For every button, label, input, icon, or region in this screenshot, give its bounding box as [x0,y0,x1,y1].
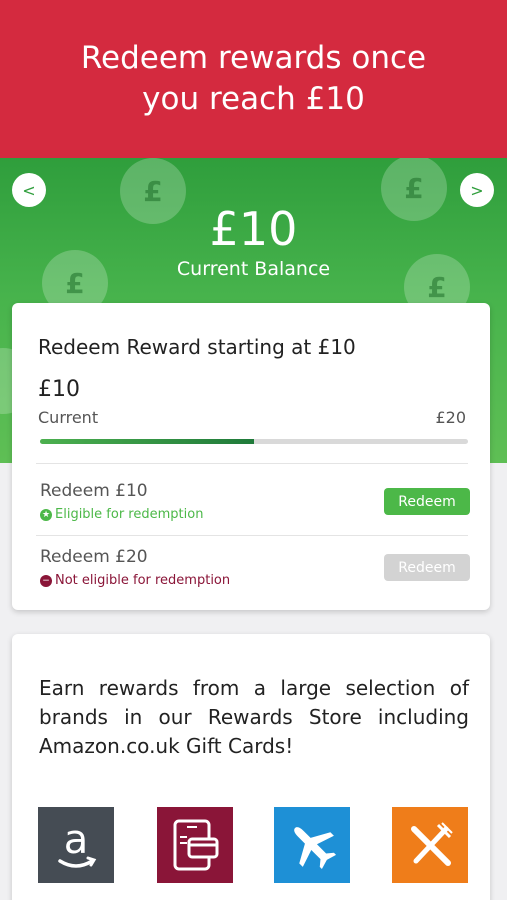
redeem-button-disabled[interactable]: Redeem [384,554,470,581]
divider [36,463,468,464]
minus-icon: − [40,574,52,587]
redeem-button[interactable]: Redeem [384,488,470,515]
progress-bar-fill [40,439,254,444]
mobile-card-icon[interactable] [157,807,233,883]
restaurant-icon[interactable] [392,807,468,883]
amazon-icon[interactable]: a [38,807,114,883]
chevron-right-icon: > [470,180,484,200]
progress-current-label: Current [38,408,99,427]
store-description: Earn rewards from a large selection of b… [39,676,469,758]
banner-title: Redeem rewards once you reach £10 [80,40,427,117]
rewards-store-card: Earn rewards from a large selection of b… [12,634,490,900]
redeem-title: Redeem £20 [40,547,148,567]
progress-bar [40,439,468,444]
redeem-status: ★ Eligible for redemption [40,507,203,522]
card-title: Redeem Reward starting at £10 [38,335,356,359]
redeem-status-text: Eligible for redemption [55,507,204,522]
header-banner: Redeem rewards once you reach £10 [0,0,507,158]
redeem-progress-card: Redeem Reward starting at £10 £10 Curren… [12,303,490,610]
chevron-left-icon: < [22,180,36,200]
divider [36,535,468,536]
redeem-status-text: Not eligible for redemption [55,573,231,588]
redeem-title: Redeem £10 [40,481,148,501]
redeem-row-20: Redeem £20 − Not eligible for redemption… [38,547,470,607]
airplane-icon[interactable] [274,807,350,883]
svg-text:a: a [64,817,89,863]
star-icon: ★ [40,508,52,521]
progress-current-amount: £10 [38,377,80,402]
current-balance-label: Current Balance [176,258,331,280]
progress-target-label: £20 [435,408,466,427]
current-balance-amount: £10 [209,202,298,256]
redeem-status: − Not eligible for redemption [40,573,230,588]
redeem-row-10: Redeem £10 ★ Eligible for redemption Red… [38,481,470,541]
